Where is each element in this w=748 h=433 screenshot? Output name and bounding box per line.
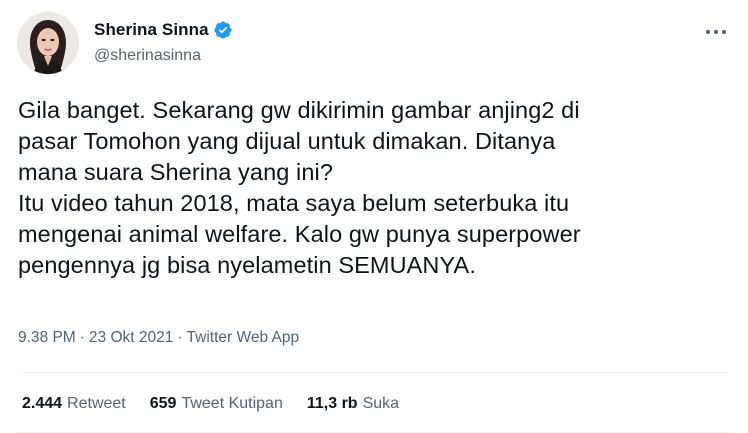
meta-separator: · (79, 329, 85, 346)
retweet-count-link[interactable]: 2.444 Retweet (22, 395, 126, 413)
tweet-text: Gila banget. Sekarang gw dikirimin gamba… (18, 97, 581, 278)
tweet-date[interactable]: 23 Okt 2021 (89, 329, 173, 347)
tweet-source[interactable]: Twitter Web App (187, 329, 300, 347)
verified-badge-icon (213, 20, 233, 40)
avatar[interactable] (17, 12, 79, 74)
tweet-meta: 9.38 PM · 23 Okt 2021 · Twitter Web App (18, 329, 299, 347)
tweet-time[interactable]: 9.38 PM (18, 329, 76, 347)
quote-count: 659 (149, 395, 177, 412)
divider (18, 372, 730, 373)
tweet-card: Sherina Sinna @sherinasinna Gila banget.… (0, 0, 748, 433)
author-handle[interactable]: @sherinasinna (94, 47, 201, 65)
like-label: Suka (362, 395, 400, 412)
meta-separator: · (177, 329, 183, 346)
more-options-button[interactable] (702, 20, 730, 44)
author-display-name[interactable]: Sherina Sinna (94, 20, 209, 40)
retweet-label: Retweet (67, 395, 126, 412)
like-count: 11,3 rb (306, 395, 358, 412)
quote-count-link[interactable]: 659 Tweet Kutipan (150, 395, 283, 413)
quote-label: Tweet Kutipan (181, 395, 283, 412)
author-name-row: Sherina Sinna (94, 20, 233, 40)
more-horizontal-icon (706, 30, 726, 34)
like-count-link[interactable]: 11,3 rb Suka (307, 395, 399, 413)
tweet-stats: 2.444 Retweet 659 Tweet Kutipan 11,3 rb … (22, 395, 399, 413)
retweet-count: 2.444 (22, 395, 63, 412)
